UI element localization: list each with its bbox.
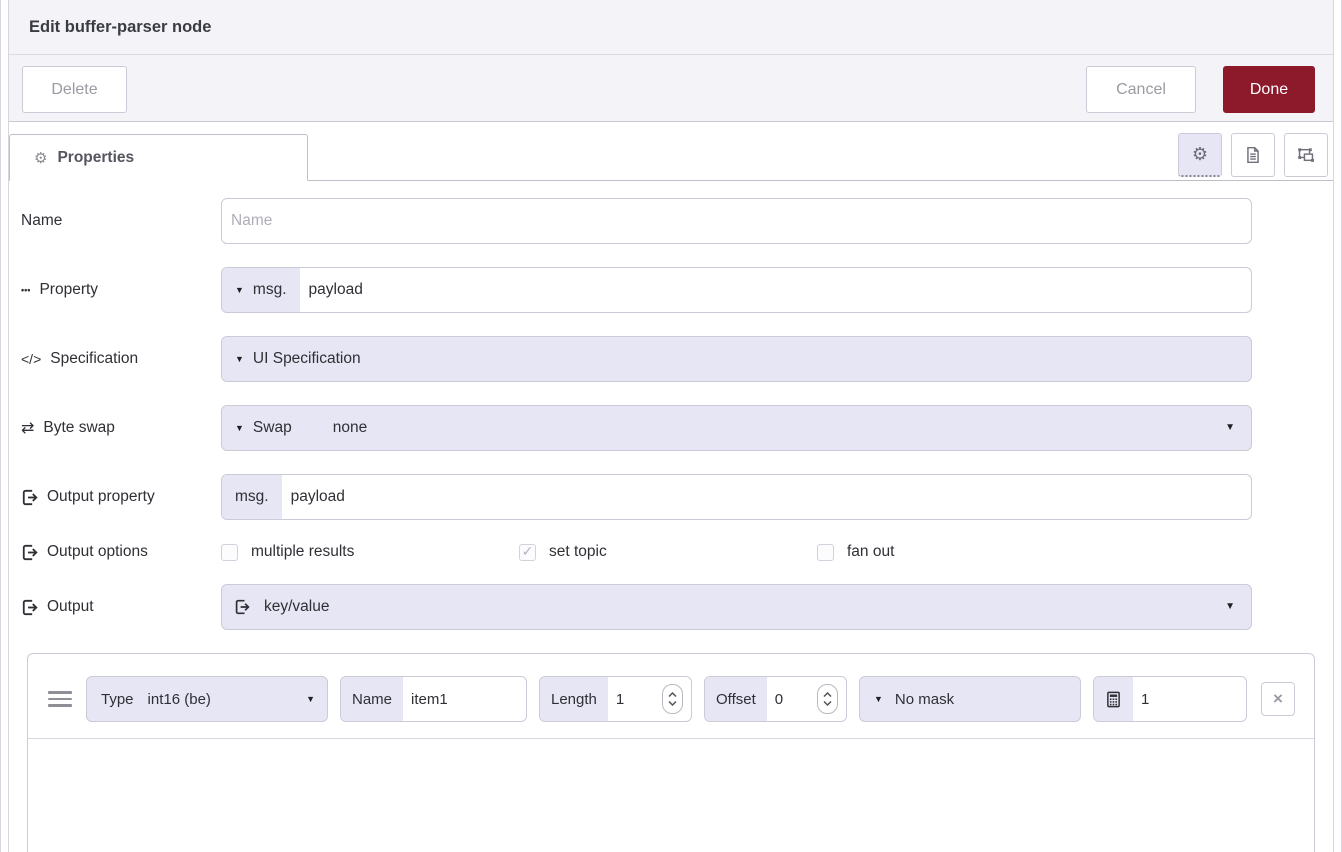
document-icon [1244,146,1262,164]
calculator-icon[interactable] [1094,677,1133,721]
done-button[interactable]: Done [1223,66,1315,113]
caret-down-icon: ▼ [1225,423,1251,433]
caret-down-icon: ▼ [235,424,244,433]
item-type-select[interactable]: Type int16 (be) ▼ [86,676,328,722]
caret-down-icon: ▼ [306,695,315,704]
item-length-input[interactable] [608,677,662,721]
sign-out-icon [21,599,38,616]
editor-tab-bar: ⚙ Properties ⚙ [9,122,1333,181]
item-offset-input[interactable] [767,677,817,721]
name-field [221,198,1252,244]
item-mask-value: No mask [895,691,954,708]
sign-out-icon [21,544,38,561]
item-name-field: Name [340,676,527,722]
byte-swap-value: none [333,419,367,437]
output-label: Output [21,598,221,616]
sign-out-icon [21,489,38,506]
close-icon: × [1273,689,1283,709]
ellipsis-icon: ••• [21,285,30,295]
remove-item-button[interactable]: × [1261,682,1295,716]
fan-out-checkbox[interactable] [817,544,834,561]
item-name-label: Name [341,677,403,721]
output-property-field: msg. [221,474,1252,520]
properties-section-button[interactable]: ⚙ [1178,133,1222,177]
name-label: Name [21,212,221,230]
offset-spinner[interactable] [817,684,838,714]
item-length-label: Length [540,677,608,721]
length-spinner[interactable] [662,684,683,714]
row-specification: </> Specification ▼ UI Specification [21,336,1252,382]
output-select[interactable]: key/value ▼ [221,584,1252,630]
sign-out-icon [222,599,250,615]
specification-type-button[interactable]: ▼ UI Specification [222,337,374,381]
gear-icon: ⚙ [1192,144,1208,165]
gear-icon: ⚙ [34,149,47,167]
byte-swap-type-button[interactable]: ▼ Swap [222,406,305,450]
appearance-icon [1296,145,1316,165]
output-options-label: Output options [21,543,221,561]
item-name-input[interactable] [403,677,526,721]
property-input[interactable] [300,268,1251,312]
item-offset-label: Offset [705,677,767,721]
row-output-options: Output options multiple results set topi… [21,543,1252,561]
tab-properties[interactable]: ⚙ Properties [9,134,308,181]
caret-down-icon: ▼ [1225,602,1251,612]
item-type-value: int16 (be) [148,691,211,708]
row-output: Output key/value ▼ [21,584,1252,630]
row-property: ••• Property ▼ msg. [21,267,1252,313]
specification-field[interactable]: ▼ UI Specification [221,336,1252,382]
set-topic-checkbox[interactable] [519,544,536,561]
option-multiple-results: multiple results [221,543,519,561]
multiple-results-checkbox[interactable] [221,544,238,561]
row-name: Name [21,198,1252,244]
drag-handle-icon[interactable] [48,691,74,707]
option-set-topic: set topic [519,543,817,561]
specification-label: </> Specification [21,350,221,368]
dialog-inner: Edit buffer-parser node Delete Cancel Do… [8,0,1334,852]
output-select-value: key/value [264,598,329,616]
item-offset-field: Offset [704,676,847,722]
item-mask-select[interactable]: ▼ No mask [859,676,1081,722]
output-property-label: Output property [21,488,221,506]
caret-down-icon: ▼ [874,695,883,704]
property-label: ••• Property [21,281,221,299]
dialog-title: Edit buffer-parser node [29,18,211,37]
swap-arrows-icon: ⇄ [21,418,34,438]
tab-properties-label: Properties [57,149,134,167]
property-type-button[interactable]: ▼ msg. [222,268,300,312]
caret-down-icon: ▼ [235,286,244,295]
item-scale-field [1093,676,1247,722]
code-icon: </> [21,351,41,367]
output-property-input[interactable] [282,475,1251,519]
item-length-field: Length [539,676,692,722]
parser-items-list: Type int16 (be) ▼ Name Length [27,653,1315,852]
property-field: ▼ msg. [221,267,1252,313]
output-property-type-button[interactable]: msg. [222,475,282,519]
editor-section-icons: ⚙ [1178,133,1333,177]
item-scale-input[interactable] [1133,677,1246,721]
description-section-button[interactable] [1231,133,1275,177]
name-input[interactable] [222,199,1251,243]
edit-node-dialog: Edit buffer-parser node Delete Cancel Do… [0,0,1342,852]
properties-form: Name ••• Property ▼ msg. </> Speci [9,181,1333,630]
option-fan-out: fan out [817,543,1115,561]
byte-swap-field[interactable]: ▼ Swap none ▼ [221,405,1252,451]
appearance-section-button[interactable] [1284,133,1328,177]
dialog-header: Edit buffer-parser node [9,0,1333,55]
caret-down-icon: ▼ [235,355,244,364]
parser-item-row: Type int16 (be) ▼ Name Length [28,654,1314,739]
dialog-button-bar: Delete Cancel Done [9,55,1333,122]
delete-button[interactable]: Delete [22,66,127,113]
byte-swap-label: ⇄ Byte swap [21,418,221,438]
row-byte-swap: ⇄ Byte swap ▼ Swap none ▼ [21,405,1252,451]
cancel-button[interactable]: Cancel [1086,66,1196,113]
row-output-property: Output property msg. [21,474,1252,520]
